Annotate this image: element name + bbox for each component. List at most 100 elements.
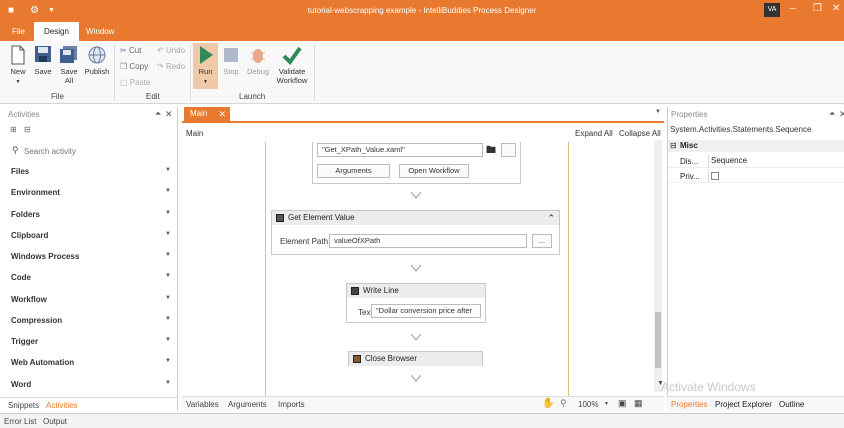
search-input[interactable]: [24, 144, 164, 158]
publish-button[interactable]: Publish: [84, 45, 110, 76]
tab-outline[interactable]: Outline: [779, 400, 804, 409]
tab-project-explorer[interactable]: Project Explorer: [715, 400, 772, 409]
workflow-file-field[interactable]: "Get_XPath_Value.xaml": [317, 143, 483, 157]
invoke-workflow-activity[interactable]: "Get_XPath_Value.xaml" 🖿 Arguments Open …: [312, 142, 521, 184]
fit-to-screen-icon[interactable]: ▣: [618, 398, 627, 409]
category-label: Code: [11, 273, 31, 282]
restore-icon[interactable]: ❐: [813, 3, 822, 14]
close-window-icon[interactable]: ✕: [832, 3, 840, 14]
save-button[interactable]: Save: [33, 45, 53, 76]
pan-hand-icon[interactable]: ✋: [542, 398, 554, 409]
pin-icon[interactable]: ⏶: [155, 109, 161, 119]
overview-icon[interactable]: ▦: [634, 398, 643, 409]
menu-window[interactable]: Window: [76, 22, 124, 41]
new-label: New: [10, 67, 26, 76]
write-line-activity[interactable]: Write Line Text "Dollar conversion price…: [346, 283, 486, 323]
property-value[interactable]: Sequence: [708, 154, 844, 168]
chevron-down-icon[interactable]: ▼: [604, 401, 609, 407]
folder-icon[interactable]: 🖿: [486, 143, 496, 160]
activity-title: Close Browser: [365, 354, 418, 363]
tab-output[interactable]: Output: [43, 417, 67, 426]
get-element-value-activity[interactable]: Get Element Value ⌃ Element Path valueOf…: [271, 210, 560, 255]
validate-workflow-button[interactable]: Validate Workflow: [274, 45, 310, 85]
drop-arrow-icon: [411, 334, 421, 341]
category-workflow[interactable]: Workflow ▼: [11, 295, 171, 304]
vertical-scrollbar[interactable]: [654, 140, 662, 392]
minimize-icon[interactable]: –: [790, 3, 796, 14]
expand-tree-icon[interactable]: ⊞: [10, 125, 17, 134]
tab-arguments[interactable]: Arguments: [228, 400, 267, 409]
tab-error-list[interactable]: Error List: [4, 417, 36, 426]
collapse-category-icon[interactable]: ⊟: [670, 140, 677, 152]
breadcrumb[interactable]: Main: [186, 129, 203, 138]
category-environment[interactable]: Environment ▼: [11, 188, 171, 197]
run-label: Run: [198, 67, 213, 76]
play-icon: [199, 46, 213, 64]
stop-button[interactable]: Stop: [221, 45, 241, 76]
collapse-all-link[interactable]: Collapse All: [619, 129, 661, 138]
pin-icon[interactable]: ⏶: [829, 109, 835, 119]
text-field[interactable]: "Dollar conversion price after: [371, 304, 481, 318]
category-compression[interactable]: Compression ▼: [11, 316, 171, 325]
cut-label: Cut: [128, 46, 142, 55]
scrollbar-thumb[interactable]: [655, 312, 661, 368]
workflow-extra-button[interactable]: [501, 143, 516, 157]
redo-button[interactable]: ↷ Redo: [157, 62, 185, 71]
tab-snippets[interactable]: Snippets: [8, 401, 39, 410]
menu-design[interactable]: Design: [34, 22, 79, 41]
properties-bottom-tabs: Properties Project Explorer Outline: [667, 396, 844, 411]
expand-all-link[interactable]: Expand All: [575, 129, 613, 138]
zoom-icon[interactable]: ⚲: [560, 398, 567, 409]
open-workflow-button[interactable]: Open Workflow: [399, 164, 469, 178]
chevron-down-icon: ▼: [165, 358, 171, 364]
category-web-automation[interactable]: Web Automation ▼: [11, 358, 171, 367]
close-icon[interactable]: ✕: [165, 109, 173, 120]
category-folders[interactable]: Folders ▼: [11, 210, 171, 219]
copy-button[interactable]: ❐ Copy: [120, 62, 148, 71]
separator: [190, 45, 191, 101]
tab-main[interactable]: Main ✕: [184, 107, 230, 121]
menu-file[interactable]: File: [2, 22, 35, 41]
redo-icon: ↷: [157, 62, 164, 71]
new-button[interactable]: New ▼: [8, 45, 28, 87]
tab-list-dropdown-icon[interactable]: ▼: [655, 109, 661, 115]
close-tab-icon[interactable]: ✕: [218, 107, 226, 121]
zoom-level[interactable]: 100%: [578, 400, 598, 409]
category-label: Trigger: [11, 337, 39, 346]
category-word[interactable]: Word ▼: [11, 380, 171, 389]
category-clipboard[interactable]: Clipboard ▼: [11, 231, 171, 240]
tab-variables[interactable]: Variables: [186, 400, 219, 409]
collapse-tree-icon[interactable]: ⊟: [24, 125, 31, 134]
tab-properties[interactable]: Properties: [671, 400, 707, 409]
search-box[interactable]: ⚲: [8, 144, 172, 158]
collapse-icon[interactable]: ⌃: [547, 211, 555, 225]
tab-activities[interactable]: Activities: [46, 401, 78, 410]
close-browser-activity[interactable]: Close Browser: [348, 351, 483, 366]
category-files[interactable]: Files ▼: [11, 167, 171, 176]
element-path-browse-button[interactable]: ...: [532, 234, 552, 248]
run-button[interactable]: Run ▼: [195, 45, 216, 87]
private-checkbox[interactable]: [711, 172, 719, 180]
category-trigger[interactable]: Trigger ▼: [11, 337, 171, 346]
chevron-down-icon: ▼: [165, 337, 171, 343]
cut-button[interactable]: ✂ Cut: [120, 46, 141, 55]
launch-group-label: Launch: [239, 92, 266, 101]
selected-type: System.Activities.Statements.Sequence: [670, 125, 812, 134]
category-code[interactable]: Code ▼: [11, 273, 171, 282]
avatar[interactable]: VA: [764, 3, 780, 17]
close-icon[interactable]: ✕: [839, 109, 844, 120]
tab-main-label: Main: [190, 109, 208, 118]
element-path-field[interactable]: valueOfXPath: [329, 234, 527, 248]
tab-imports[interactable]: Imports: [278, 400, 305, 409]
activities-title: Activities: [8, 110, 40, 119]
paste-button[interactable]: ▢ Paste: [120, 78, 150, 87]
arguments-button[interactable]: Arguments: [317, 164, 390, 178]
category-label: Clipboard: [11, 231, 49, 240]
category-label: Folders: [11, 210, 40, 219]
debug-button[interactable]: Debug: [245, 45, 271, 76]
undo-label: Undo: [165, 46, 186, 55]
save-all-button[interactable]: Save All: [58, 45, 80, 85]
category-misc[interactable]: ⊟ Misc: [668, 140, 844, 152]
undo-button[interactable]: ↶ Undo: [157, 46, 185, 55]
category-windows-process[interactable]: Windows Process ▼: [11, 252, 171, 261]
